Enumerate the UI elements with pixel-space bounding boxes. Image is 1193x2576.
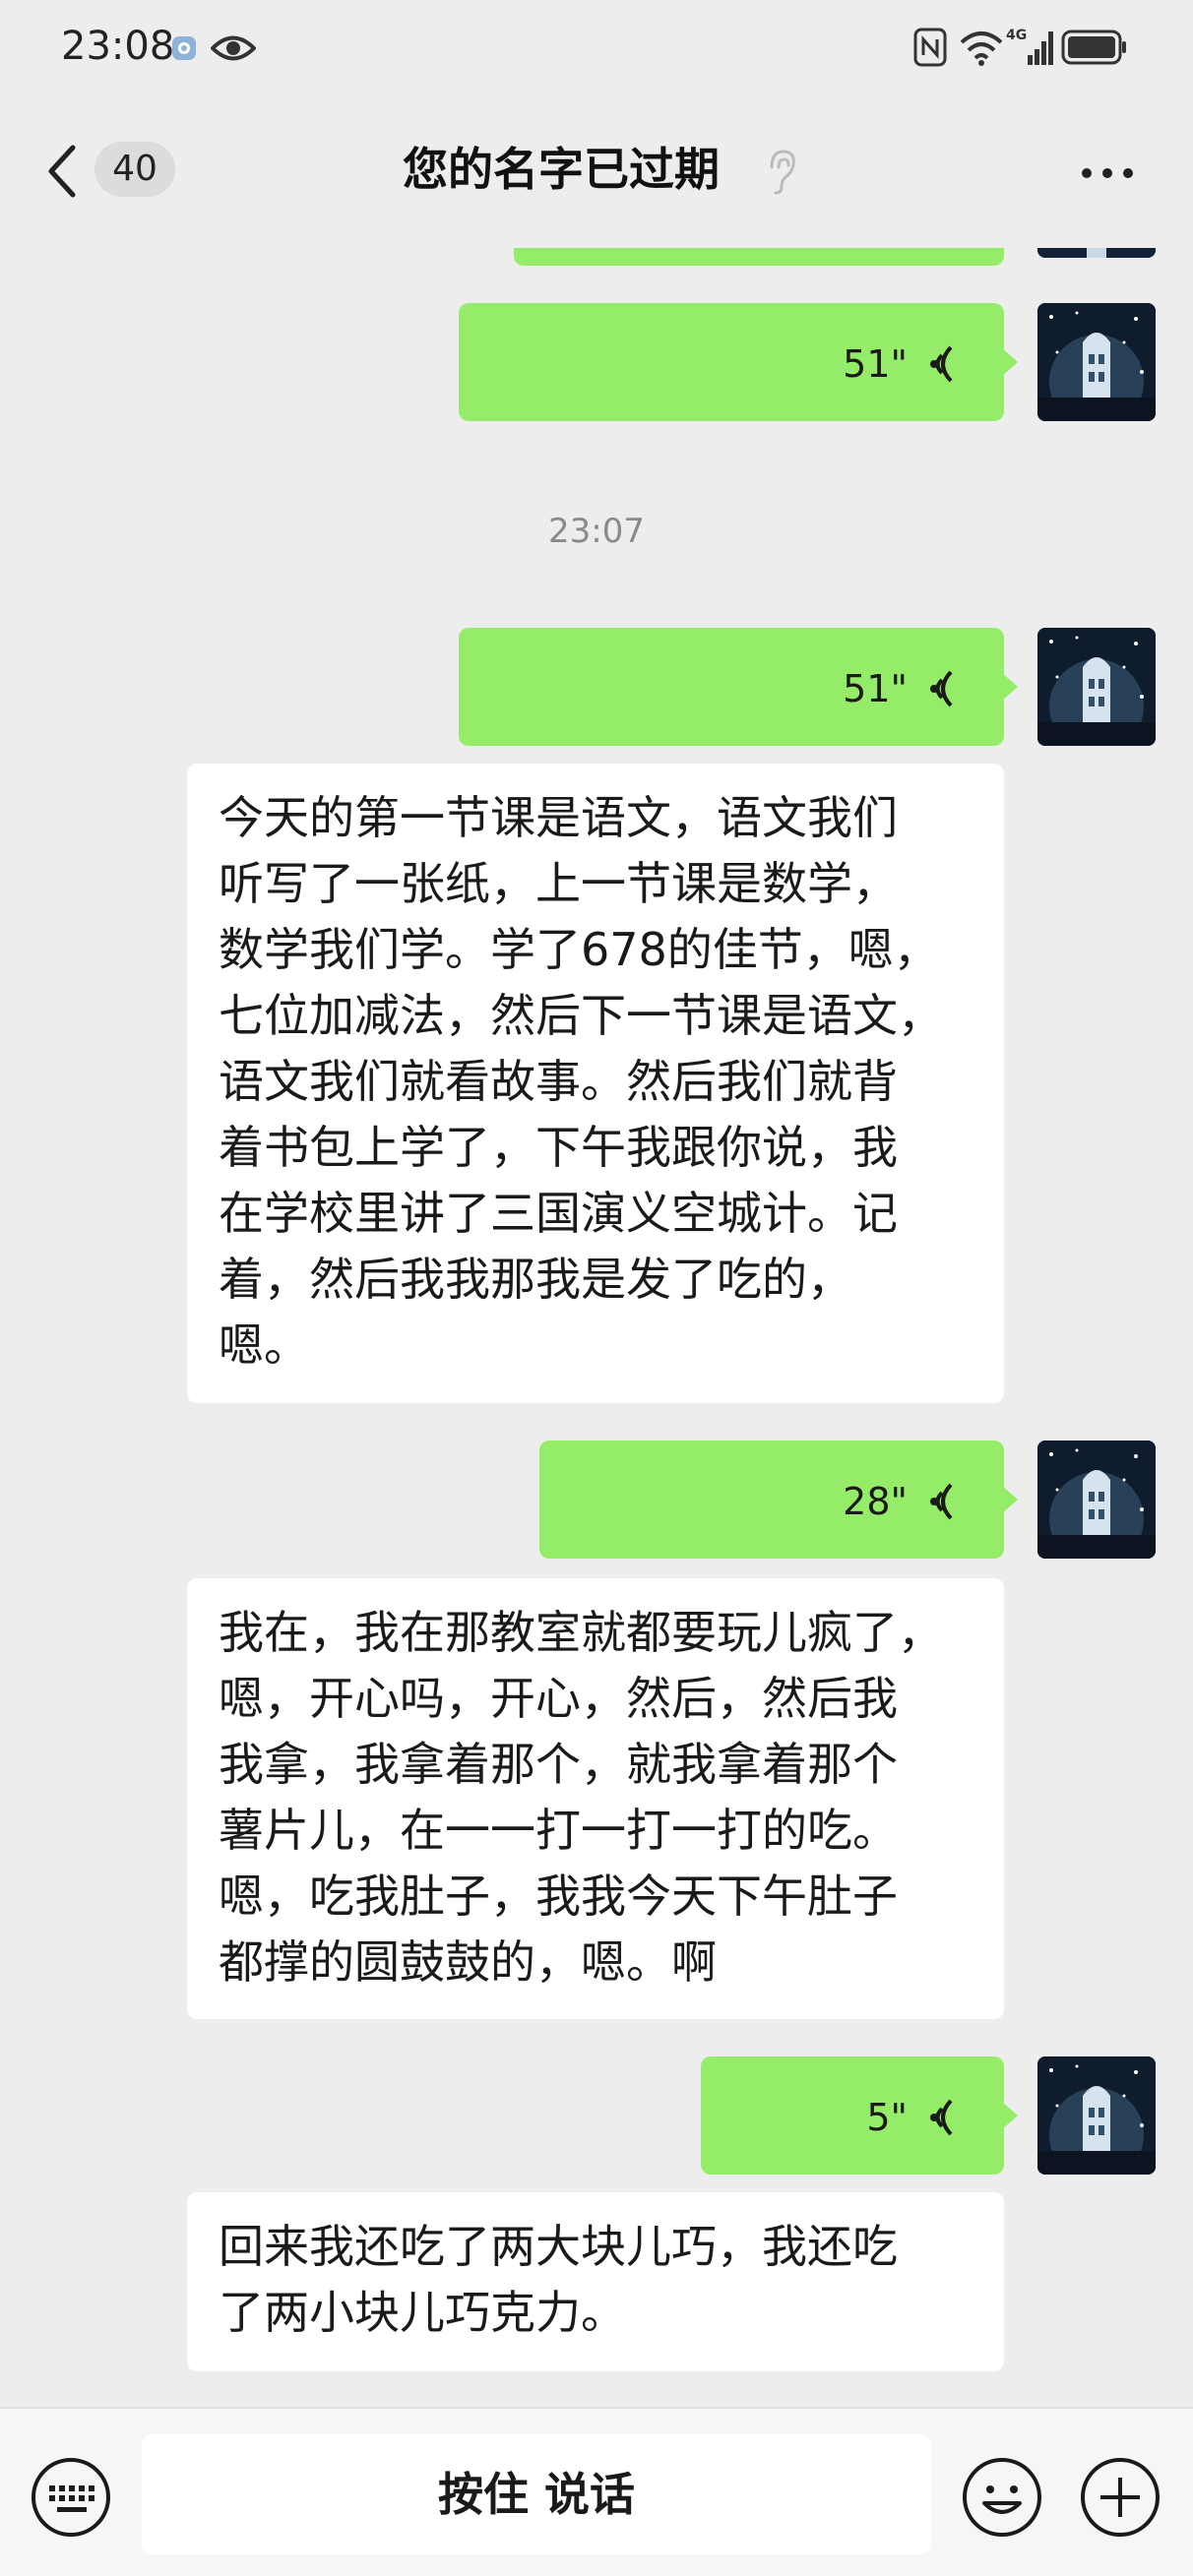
- signal-4g-icon: 4G: [1006, 28, 1053, 65]
- voice-transcript[interactable]: 我在，我在那教室就都要玩儿疯了， 嗯，开心吗，开心，然后，然后我 我拿，我拿着那…: [187, 1578, 1004, 2019]
- ear-icon: [770, 150, 795, 195]
- avatar[interactable]: [1037, 2056, 1156, 2175]
- transcript-text: 我在，我在那教室就都要玩儿疯了， 嗯，开心吗，开心，然后，然后我 我拿，我拿着那…: [219, 1606, 943, 1989]
- input-bar: 按住 说话: [0, 2407, 1193, 2576]
- voice-duration: 51": [843, 667, 908, 710]
- message-timestamp: 23:07: [548, 512, 645, 551]
- voice-duration: 51": [843, 342, 908, 386]
- status-bar: 23:08 4G: [0, 0, 1193, 94]
- voice-duration: 28": [843, 1480, 908, 1523]
- voice-transcript[interactable]: 回来我还吃了两大块儿巧，我还吃 了两小块儿巧克力。: [187, 2192, 1004, 2371]
- voice-message[interactable]: 51": [459, 628, 1018, 746]
- voice-wave-icon: [930, 345, 953, 383]
- chat-header: 40 您的名字已过期: [0, 94, 1193, 248]
- voice-wave-icon: [930, 670, 953, 707]
- emoji-icon[interactable]: [961, 2456, 1043, 2539]
- notification-dot-icon: [172, 36, 196, 60]
- voice-message-partial[interactable]: [514, 248, 1004, 266]
- avatar[interactable]: [1037, 303, 1156, 421]
- eye-icon: [211, 35, 256, 61]
- voice-duration: 5": [866, 2096, 908, 2139]
- voice-transcript[interactable]: 今天的第一节课是语文，语文我们 听写了一张纸，上一节课是数学， 数学我们学。学了…: [187, 764, 1004, 1403]
- keyboard-icon[interactable]: [30, 2456, 112, 2539]
- chat-messages[interactable]: 51" 23:07 51" 今天的第一节课是语文，语文我们 听写了一张纸，上一节…: [0, 248, 1193, 2407]
- avatar[interactable]: [1037, 1441, 1156, 1559]
- voice-wave-icon: [930, 2099, 953, 2136]
- voice-wave-icon: [930, 1483, 953, 1520]
- transcript-text: 今天的第一节课是语文，语文我们 听写了一张纸，上一节课是数学， 数学我们学。学了…: [219, 791, 943, 1372]
- avatar[interactable]: [1037, 628, 1156, 746]
- transcript-text: 回来我还吃了两大块儿巧，我还吃 了两小块儿巧克力。: [219, 2220, 898, 2339]
- unread-count-badge[interactable]: 40: [94, 142, 175, 197]
- battery-icon: [1061, 30, 1126, 65]
- status-time: 23:08: [61, 24, 175, 69]
- chat-title: 您的名字已过期: [403, 143, 720, 196]
- svg-text:4G: 4G: [1006, 28, 1027, 43]
- hold-to-talk-button[interactable]: 按住 说话: [142, 2434, 931, 2554]
- wifi-icon: [960, 31, 1003, 66]
- avatar[interactable]: [1037, 248, 1156, 258]
- plus-icon[interactable]: [1079, 2456, 1162, 2539]
- more-options-icon[interactable]: [1079, 165, 1136, 181]
- voice-message[interactable]: 28": [539, 1441, 1018, 1559]
- back-arrow-icon[interactable]: [43, 142, 83, 201]
- nfc-icon: [913, 28, 947, 67]
- voice-message[interactable]: 5": [701, 2056, 1018, 2175]
- voice-message[interactable]: 51": [459, 303, 1018, 421]
